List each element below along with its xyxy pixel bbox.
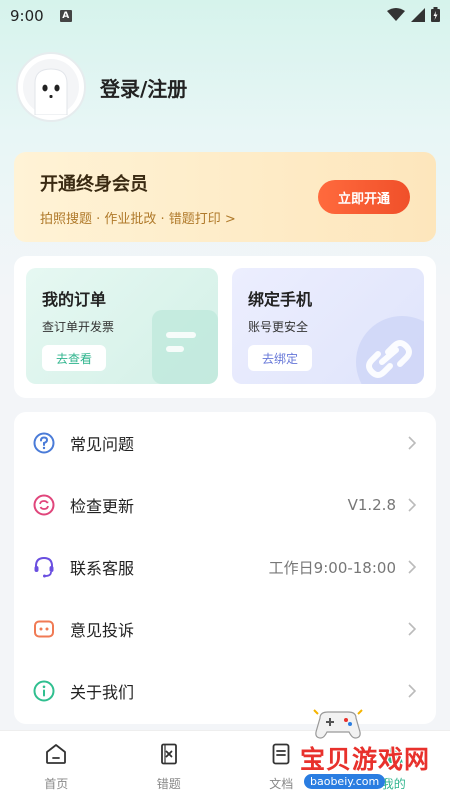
document-icon (268, 741, 294, 767)
login-register-link[interactable]: 登录/注册 (100, 73, 187, 102)
menu-item-about-us[interactable]: 关于我们 (14, 660, 436, 722)
service-hours: 工作日9:00-18:00 (268, 558, 396, 577)
wifi-icon (387, 7, 405, 26)
profile-header[interactable]: 登录/注册 (16, 52, 187, 122)
chevron-right-icon (408, 498, 418, 512)
menu-label: 关于我们 (70, 683, 135, 702)
bind-phone-card[interactable]: 绑定手机 账号更安全 去绑定 (232, 268, 424, 384)
menu-label: 意见投诉 (70, 621, 135, 640)
mistakes-icon (156, 741, 182, 767)
header-gradient-background (0, 0, 450, 300)
profile-icon (381, 741, 407, 767)
menu-item-faq[interactable]: 常见问题 (14, 412, 436, 474)
app-version: V1.2.8 (347, 496, 396, 514)
refresh-icon (32, 493, 56, 517)
order-document-icon (152, 310, 218, 384)
bottom-navigation: 首页 错题 文档 我的 (0, 730, 450, 800)
feedback-icon (32, 617, 56, 641)
info-icon (32, 679, 56, 703)
menu-item-feedback[interactable]: 意见投诉 (14, 598, 436, 660)
nav-label: 首页 (44, 777, 69, 791)
nav-label: 我的 (381, 777, 406, 791)
status-bar: 9:00 A (0, 0, 450, 32)
vip-membership-card[interactable]: 开通终身会员 拍照搜题 · 作业批改 · 错题打印 > 立即开通 (14, 152, 436, 242)
notification-badge: A (59, 10, 72, 22)
chevron-right-icon (408, 436, 418, 450)
menu-label: 常见问题 (70, 435, 135, 454)
nav-label: 错题 (156, 777, 181, 791)
menu-item-customer-service[interactable]: 联系客服 工作日9:00-18:00 (14, 536, 436, 598)
menu-label: 联系客服 (70, 559, 135, 578)
link-icon (356, 316, 424, 384)
settings-menu: 常见问题 检查更新 V1.2.8 联系客服 工作日9:00-18:00 意见投诉… (14, 412, 436, 724)
status-time: 9:00 (10, 7, 44, 25)
menu-label: 检查更新 (70, 497, 135, 516)
battery-icon (431, 6, 440, 26)
view-orders-button[interactable]: 去查看 (42, 345, 107, 371)
chevron-right-icon (408, 684, 418, 698)
nav-label: 文档 (269, 777, 294, 791)
vip-open-button[interactable]: 立即开通 (318, 180, 410, 214)
ghost-avatar-icon[interactable] (16, 52, 86, 122)
quick-actions-panel: 我的订单 查订单开发票 去查看 绑定手机 账号更安全 去绑定 (14, 256, 436, 398)
signal-icon (411, 7, 425, 26)
bind-phone-button[interactable]: 去绑定 (248, 345, 313, 371)
headset-icon (32, 555, 56, 579)
chevron-right-icon (408, 622, 418, 636)
nav-profile[interactable]: 我的 (338, 731, 450, 800)
question-icon (32, 431, 56, 455)
home-icon (43, 741, 69, 767)
menu-item-check-update[interactable]: 检查更新 V1.2.8 (14, 474, 436, 536)
nav-documents[interactable]: 文档 (225, 731, 338, 800)
nav-mistakes[interactable]: 错题 (113, 731, 226, 800)
status-icons (387, 6, 440, 26)
my-orders-card[interactable]: 我的订单 查订单开发票 去查看 (26, 268, 218, 384)
chevron-right-icon (408, 560, 418, 574)
nav-home[interactable]: 首页 (0, 731, 113, 800)
